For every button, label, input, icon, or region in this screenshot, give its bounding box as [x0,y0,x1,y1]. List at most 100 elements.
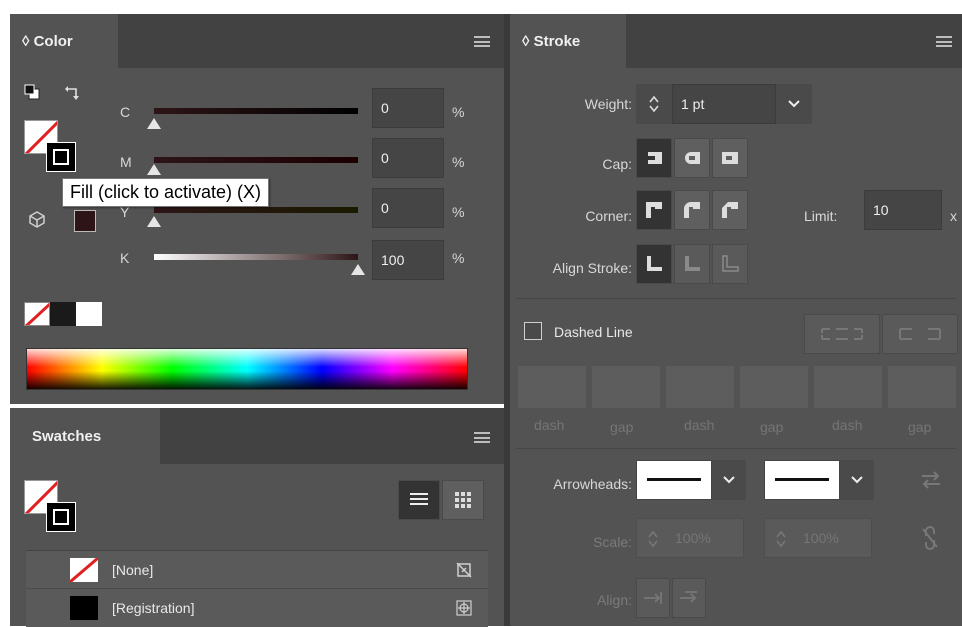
swatches-list: [None] [Registration] [26,550,488,627]
channel-y-unit: % [452,204,465,220]
stroke-panel-menu-icon[interactable] [936,36,952,47]
stroke-proxy-inner [53,149,69,165]
scale-label: Scale: [593,534,632,550]
white-quick-chip[interactable] [76,302,102,326]
color-panel: ◊ Color C 0 % M 0 % Y 0 % K 100 % [10,14,504,404]
projecting-cap-icon [722,152,738,164]
align-outside-icon [722,255,739,272]
start-arrowhead-select[interactable] [636,460,712,500]
out-of-gamut-cube-icon[interactable] [28,210,46,228]
unlink-scale-icon[interactable] [920,526,940,550]
stroke-proxy[interactable] [46,142,76,172]
miter-join-icon [646,202,662,218]
tab-swatches-label: Swatches [32,427,102,445]
channel-c-thumb[interactable] [147,118,161,129]
color-tabbar: ◊ Color [10,14,504,68]
swatch-name-registration: [Registration] [112,600,195,616]
round-join-button[interactable] [674,190,710,230]
channel-k-value: 100 [381,252,405,268]
end-arrowhead-dropdown[interactable] [840,460,874,500]
scale-end-field[interactable]: 100% [764,518,872,558]
start-arrowhead-line [647,478,701,481]
tab-swatches[interactable]: Swatches [10,408,160,464]
swap-fill-stroke-icon[interactable] [64,84,82,102]
start-arrowhead-dropdown[interactable] [712,460,746,500]
dash-field-2[interactable] [666,366,734,408]
stepper-arrows-icon [648,530,658,548]
chevron-down-icon [788,100,800,108]
channel-y-slider[interactable] [154,207,358,213]
tab-color[interactable]: ◊ Color [10,14,118,68]
dashed-line-label: Dashed Line [554,324,633,340]
scale-start-value: 100% [675,530,711,546]
butt-cap-button[interactable] [636,138,672,178]
arrow-beyond-icon [644,592,662,604]
arrow-end-icon [680,591,697,603]
dashed-line-checkbox[interactable] [524,322,542,340]
swap-arrowheads-icon[interactable] [920,470,942,490]
dash-preserve-button[interactable] [804,314,880,354]
dash-field-1[interactable] [518,366,586,408]
arrow-tip-end-button[interactable] [672,578,706,618]
swatch-row-none[interactable]: [None] [26,551,488,589]
miter-join-button[interactable] [636,190,672,230]
end-arrowhead-select[interactable] [764,460,840,500]
cap-label: Cap: [602,156,632,172]
none-quick-chip[interactable] [24,302,50,326]
channel-c-input[interactable]: 0 [372,88,444,128]
current-color-chip[interactable] [74,210,96,232]
limit-label: Limit: [804,208,838,224]
gap-field-3[interactable] [888,366,956,408]
align-outside-button[interactable] [712,244,748,284]
swatch-stroke-proxy[interactable] [46,502,76,532]
default-fill-stroke-icon[interactable] [24,84,40,100]
channel-c-label: C [120,104,131,120]
channel-y-input[interactable]: 0 [372,188,444,228]
weight-dropdown[interactable] [776,84,812,124]
swatches-panel: Swatches [None] [Registration] [10,408,504,627]
channel-m-slider[interactable] [154,157,358,163]
gap-field-2[interactable] [740,366,808,408]
channel-k-input[interactable]: 100 [372,240,444,280]
channel-m-unit: % [452,154,465,170]
end-arrowhead-line [775,478,829,481]
limit-input[interactable]: 10 [864,190,942,230]
channel-y-thumb[interactable] [147,216,161,227]
color-panel-menu-icon[interactable] [474,36,490,47]
align-inside-button[interactable] [674,244,710,284]
round-cap-button[interactable] [674,138,710,178]
grid-view-button[interactable] [442,480,484,520]
align-center-button[interactable] [636,244,672,284]
swatch-row-registration[interactable]: [Registration] [26,589,488,627]
channel-c-slider[interactable] [154,108,358,114]
gap-label-1: gap [610,419,634,435]
channel-c-unit: % [452,104,465,120]
none-swatch-chip [70,558,98,582]
dash-preserve-icon [821,328,863,340]
stepper-arrows-icon [649,95,659,113]
dash-align-button[interactable] [882,314,958,354]
channel-k-label: K [120,250,130,266]
black-quick-chip[interactable] [50,302,76,326]
weight-value: 1 pt [681,96,705,112]
projecting-cap-button[interactable] [712,138,748,178]
tab-stroke[interactable]: ◊ Stroke [510,14,626,68]
channel-k-thumb[interactable] [351,264,365,275]
channel-k-slider[interactable] [154,254,358,260]
align-center-icon [647,256,662,271]
list-view-button[interactable] [398,480,440,520]
gap-field-1[interactable] [592,366,660,408]
scale-start-field[interactable]: 100% [636,518,744,558]
swatches-panel-menu-icon[interactable] [474,432,490,443]
dash-label-3: dash [832,417,863,433]
bevel-join-button[interactable] [712,190,748,230]
weight-stepper[interactable] [636,84,672,124]
channel-m-input[interactable]: 0 [372,138,444,178]
corner-label: Corner: [585,208,632,224]
dash-field-3[interactable] [814,366,882,408]
weight-input[interactable]: 1 pt [672,84,776,124]
arrow-tip-beyond-button[interactable] [636,578,670,618]
color-spectrum[interactable] [26,348,468,390]
limit-value: 10 [873,202,889,218]
channel-m-thumb[interactable] [147,164,161,175]
